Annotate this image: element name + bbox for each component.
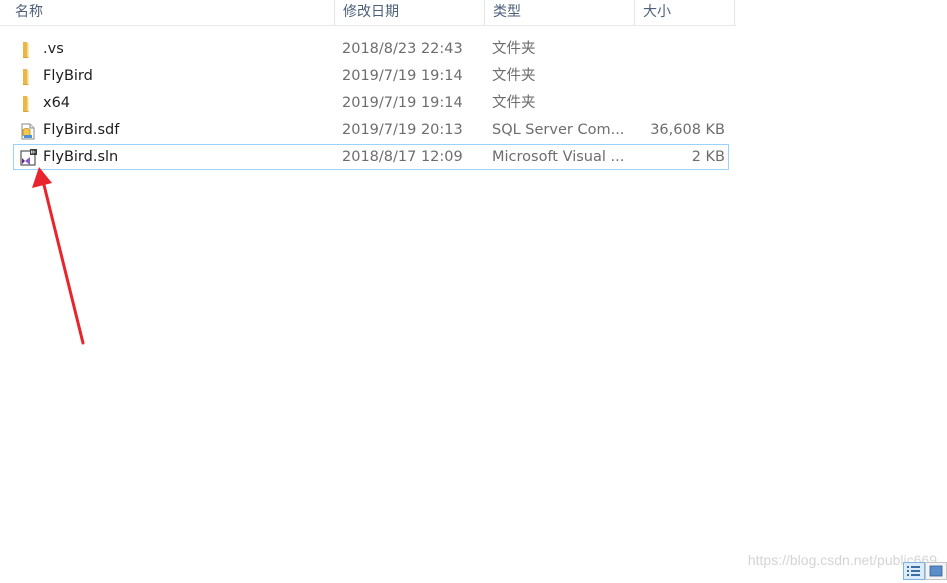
sql-database-icon	[18, 121, 38, 141]
file-date: 2018/8/17 12:09	[342, 149, 463, 165]
details-view-icon	[907, 566, 920, 576]
folder-icon	[18, 94, 38, 114]
file-size	[634, 64, 725, 89]
file-date: 2019/7/19 19:14	[342, 95, 463, 111]
visual-studio-solution-icon	[18, 148, 38, 168]
file-row-flybird-folder[interactable]: FlyBird 2019/7/19 19:14 文件夹	[13, 63, 729, 89]
large-icons-view-icon	[929, 565, 943, 577]
file-row-x64[interactable]: x64 2019/7/19 19:14 文件夹	[13, 90, 729, 116]
file-row-vs[interactable]: .vs 2018/8/23 22:43 文件夹	[13, 36, 729, 62]
file-date: 2019/7/19 20:13	[342, 122, 463, 138]
file-name: .vs	[43, 41, 64, 57]
file-size: 36,608 KB	[650, 122, 725, 138]
folder-icon	[18, 67, 38, 87]
column-header-date[interactable]: 修改日期	[335, 0, 485, 25]
file-size	[634, 37, 725, 62]
file-date: 2018/8/23 22:43	[342, 41, 463, 57]
details-view-button[interactable]	[903, 562, 925, 580]
file-name: FlyBird.sln	[43, 149, 119, 165]
file-name: FlyBird.sdf	[43, 122, 120, 138]
folder-icon	[18, 40, 38, 60]
file-type: 文件夹	[492, 95, 536, 111]
file-row-flybird-sdf[interactable]: FlyBird.sdf 2019/7/19 20:13 SQL Server C…	[13, 117, 729, 143]
file-row-flybird-sln[interactable]: FlyBird.sln 2018/8/17 12:09 Microsoft Vi…	[13, 144, 729, 170]
file-name: x64	[43, 95, 71, 111]
file-name: FlyBird	[43, 68, 93, 84]
file-type: SQL Server Com...	[492, 122, 625, 138]
file-type: 文件夹	[492, 68, 536, 84]
column-header-size[interactable]: 大小	[635, 0, 735, 25]
column-header-name[interactable]: 名称	[0, 0, 335, 25]
file-size	[634, 91, 725, 116]
file-size: 2 KB	[691, 149, 725, 165]
column-header-type[interactable]: 类型	[485, 0, 635, 25]
file-type: Microsoft Visual ...	[492, 149, 625, 165]
large-icons-view-button[interactable]	[925, 562, 947, 580]
file-type: 文件夹	[492, 41, 536, 57]
column-header-bar: 名称 修改日期 类型 大小	[0, 0, 736, 26]
file-date: 2019/7/19 19:14	[342, 68, 463, 84]
